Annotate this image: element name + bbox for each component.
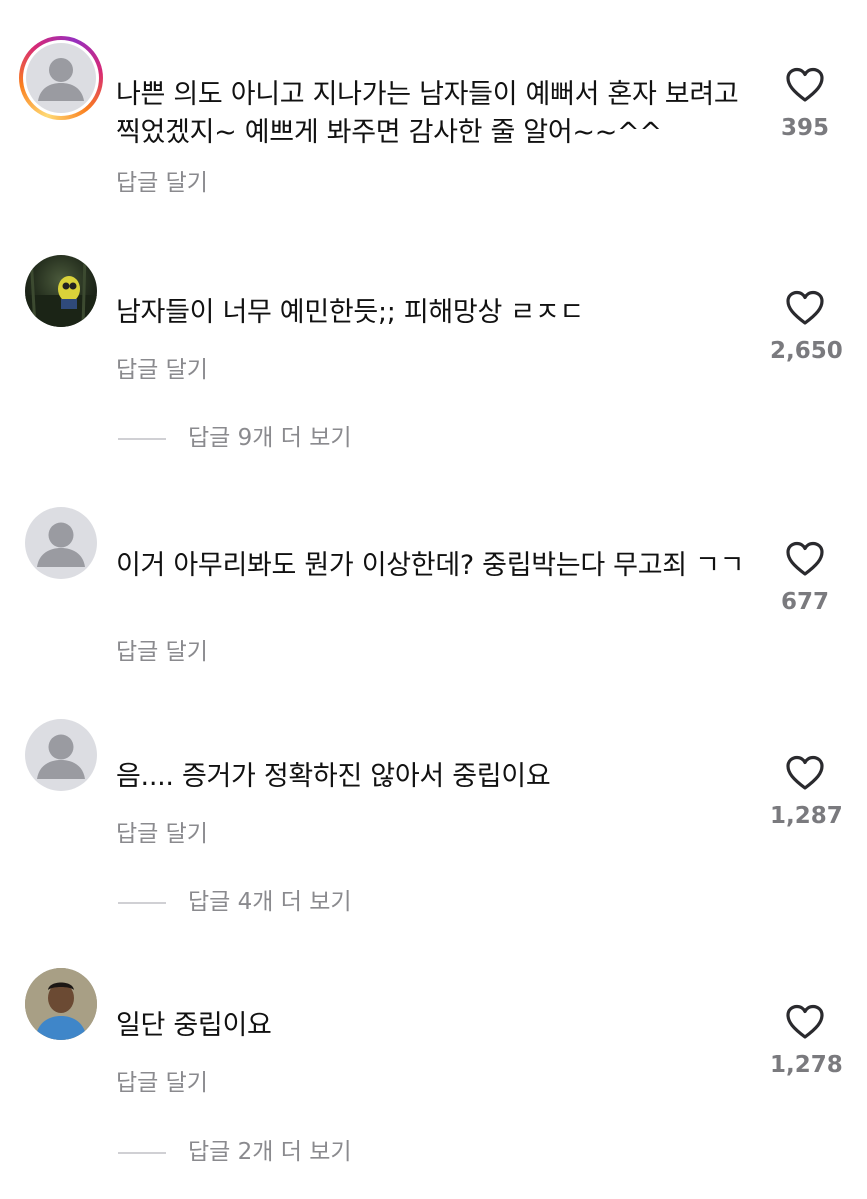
person-silhouette-icon [37, 734, 85, 779]
avatar[interactable] [25, 719, 97, 791]
reply-button[interactable]: 답글 달기 [116, 632, 208, 666]
reply-button[interactable]: 답글 달기 [116, 163, 208, 197]
avatar[interactable] [25, 968, 97, 1040]
person-silhouette-icon [38, 58, 84, 101]
comment-text: 나쁜 의도 아니고 지나가는 남자들이 예뻐서 혼자 보려고 찍었겠지~ 예쁘게… [116, 79, 739, 148]
comment-text: 음.... 증거가 정확하진 않아서 중립이요 [116, 761, 551, 792]
like-group: 1,287 [770, 755, 843, 829]
view-replies-label: 답글 4개 더 보기 [188, 889, 352, 915]
like-count: 677 [780, 589, 829, 615]
view-replies-label: 답글 9개 더 보기 [188, 425, 352, 451]
comment-text: 이거 아무리봐도 뭔가 이상한데? 중립박는다 무고죄 ㄱㄱ [116, 550, 745, 581]
like-group: 2,650 [770, 290, 843, 364]
like-count: 1,287 [770, 803, 843, 829]
heart-outline-icon[interactable] [785, 290, 825, 326]
avatar[interactable] [19, 36, 103, 120]
heart-outline-icon[interactable] [785, 67, 825, 103]
divider-line [118, 437, 166, 440]
avatar-photo [25, 968, 97, 1040]
like-count: 1,278 [770, 1052, 843, 1078]
avatar[interactable] [25, 507, 97, 579]
view-replies-button[interactable]: 답글 9개 더 보기 [118, 418, 352, 452]
view-replies-label: 답글 2개 더 보기 [188, 1139, 352, 1165]
divider-line [118, 1151, 166, 1154]
reply-button[interactable]: 답글 달기 [116, 350, 208, 384]
like-count: 2,650 [770, 338, 843, 364]
view-replies-button[interactable]: 답글 4개 더 보기 [118, 882, 352, 916]
comment-text: 남자들이 너무 예민한듯;; 피해망상 ㄹㅈㄷ [116, 297, 584, 328]
like-group: 1,278 [770, 1004, 843, 1078]
like-count: 395 [780, 115, 829, 141]
heart-outline-icon[interactable] [785, 541, 825, 577]
reply-button[interactable]: 답글 달기 [116, 814, 208, 848]
comment-text: 일단 중립이요 [116, 1010, 272, 1041]
like-group: 677 [770, 541, 840, 615]
view-replies-button[interactable]: 답글 2개 더 보기 [118, 1132, 352, 1166]
avatar[interactable] [25, 255, 97, 327]
divider-line [118, 901, 166, 904]
reply-button[interactable]: 답글 달기 [116, 1063, 208, 1097]
heart-outline-icon[interactable] [785, 1004, 825, 1040]
like-group: 395 [770, 67, 840, 141]
heart-outline-icon[interactable] [785, 755, 825, 791]
avatar-photo [25, 255, 97, 327]
person-silhouette-icon [37, 522, 85, 567]
